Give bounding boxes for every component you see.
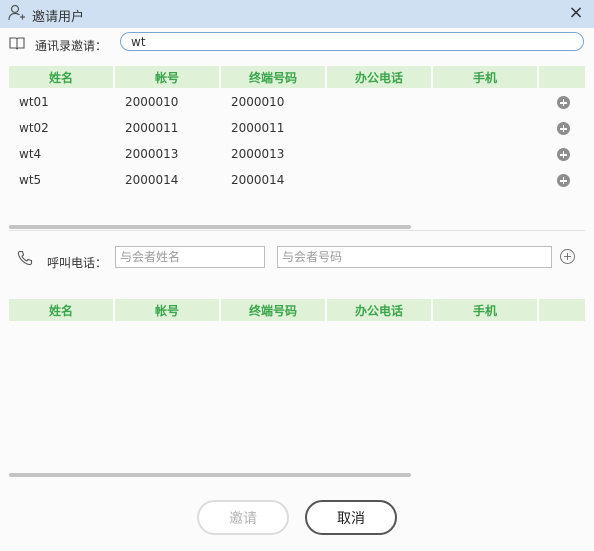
invited-horizontal-scrollbar[interactable] <box>9 473 585 477</box>
cell-account: 2000013 <box>125 147 179 161</box>
column-mobile: 手机 <box>433 66 537 88</box>
table-row: wt02 2000011 2000011 <box>9 115 585 141</box>
column-office-phone: 办公电话 <box>327 299 431 321</box>
column-terminal: 终端号码 <box>221 66 325 88</box>
cell-name: wt02 <box>19 121 49 135</box>
add-user-button[interactable] <box>557 96 570 109</box>
participant-name-input[interactable] <box>115 246 265 268</box>
cell-terminal: 2000011 <box>231 121 285 135</box>
cell-terminal: 2000013 <box>231 147 285 161</box>
invite-button[interactable]: 邀请 <box>197 500 289 535</box>
column-action <box>539 66 585 88</box>
contact-search-row: 通讯录邀请： <box>0 31 594 57</box>
search-label: 通讯录邀请： <box>35 39 108 53</box>
column-account: 帐号 <box>115 66 219 88</box>
title-bar: 邀请用户 × <box>0 0 594 28</box>
phone-icon <box>17 250 33 266</box>
close-icon[interactable]: × <box>566 3 586 23</box>
column-terminal: 终端号码 <box>221 299 325 321</box>
table-row: wt01 2000010 2000010 <box>9 89 585 115</box>
results-horizontal-scrollbar[interactable] <box>9 225 585 229</box>
cell-name: wt4 <box>19 147 42 161</box>
window-title: 邀请用户 <box>32 10 85 25</box>
column-action <box>539 299 585 321</box>
user-add-icon <box>8 4 25 21</box>
add-user-button[interactable] <box>557 148 570 161</box>
scrollbar-thumb[interactable] <box>9 473 411 477</box>
book-icon <box>9 37 25 50</box>
table-row: wt4 2000013 2000013 <box>9 141 585 167</box>
column-mobile: 手机 <box>433 299 537 321</box>
cell-terminal: 2000014 <box>231 173 285 187</box>
cell-account: 2000014 <box>125 173 179 187</box>
add-user-button[interactable] <box>557 174 570 187</box>
invited-table-header: 姓名 帐号 终端号码 办公电话 手机 <box>9 299 585 321</box>
cell-account: 2000011 <box>125 121 179 135</box>
participant-number-input[interactable] <box>277 246 552 268</box>
call-label: 呼叫电话： <box>47 256 108 270</box>
table-row: wt5 2000014 2000014 <box>9 167 585 193</box>
results-table-header: 姓名 帐号 终端号码 办公电话 手机 <box>9 66 585 88</box>
cancel-button[interactable]: 取消 <box>305 500 397 535</box>
section-divider <box>9 230 585 231</box>
add-user-button[interactable] <box>557 122 570 135</box>
cell-terminal: 2000010 <box>231 95 285 109</box>
column-account: 帐号 <box>115 299 219 321</box>
scrollbar-thumb[interactable] <box>9 225 411 229</box>
cell-name: wt5 <box>19 173 42 187</box>
add-participant-icon[interactable] <box>560 249 575 264</box>
column-name: 姓名 <box>9 66 113 88</box>
cell-name: wt01 <box>19 95 49 109</box>
column-name: 姓名 <box>9 299 113 321</box>
column-office-phone: 办公电话 <box>327 66 431 88</box>
contact-search-input[interactable] <box>120 32 584 51</box>
cell-account: 2000010 <box>125 95 179 109</box>
